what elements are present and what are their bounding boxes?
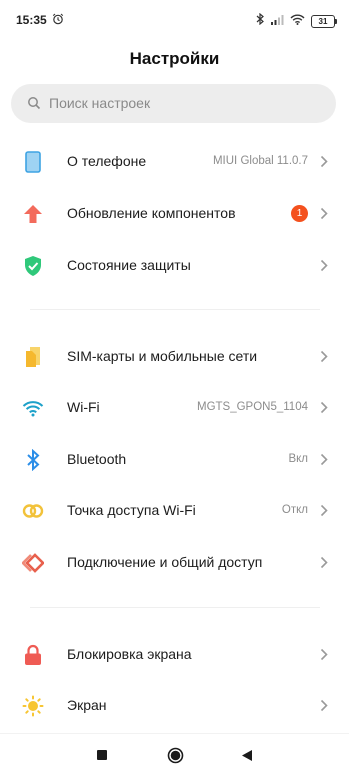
settings-item-bluetooth[interactable]: Bluetooth Вкл xyxy=(0,434,349,486)
search-input[interactable]: Поиск настроек xyxy=(11,84,336,123)
signal-icon xyxy=(270,12,284,30)
update-count-badge: 1 xyxy=(291,205,308,222)
recents-button[interactable] xyxy=(93,746,111,764)
wifi-status-icon xyxy=(290,12,305,30)
chevron-right-icon xyxy=(320,504,328,522)
section-divider xyxy=(30,309,320,310)
search-icon xyxy=(27,96,41,115)
settings-item-wifi[interactable]: Wi-Fi MGTS_GPON5_1104 xyxy=(0,382,349,434)
item-value: MIUI Global 11.0.7 xyxy=(212,155,308,167)
sim-card-icon xyxy=(21,345,45,369)
item-value: MGTS_GPON5_1104 xyxy=(196,401,308,413)
item-label: О телефоне xyxy=(67,153,147,169)
shield-check-icon xyxy=(21,254,45,278)
sun-icon xyxy=(21,694,45,718)
settings-item-connection-sharing[interactable]: Подключение и общий доступ xyxy=(0,537,349,589)
chevron-right-icon xyxy=(320,453,328,471)
chevron-right-icon xyxy=(320,699,328,717)
wifi-icon xyxy=(21,396,45,420)
search-placeholder: Поиск настроек xyxy=(49,95,151,111)
phone-icon xyxy=(21,150,45,174)
settings-item-lock-screen[interactable]: Блокировка экрана xyxy=(0,629,349,681)
update-arrow-icon xyxy=(21,202,45,226)
status-bar: 15:35 31 xyxy=(0,0,349,40)
item-label: Wi-Fi xyxy=(67,399,100,415)
bluetooth-status-icon xyxy=(256,12,264,30)
back-button[interactable] xyxy=(238,746,256,764)
chevron-right-icon xyxy=(320,155,328,173)
battery-icon: 31 xyxy=(311,14,337,28)
alarm-icon xyxy=(52,12,64,30)
chevron-right-icon xyxy=(320,556,328,574)
chevron-right-icon xyxy=(320,401,328,419)
bluetooth-icon xyxy=(21,448,45,472)
connection-sharing-icon xyxy=(21,551,45,575)
settings-item-display[interactable]: Экран xyxy=(0,680,349,732)
chevron-right-icon xyxy=(320,350,328,368)
item-label: Точка доступа Wi-Fi xyxy=(67,502,196,518)
hotspot-icon xyxy=(21,499,45,523)
item-label: Bluetooth xyxy=(67,451,127,467)
chevron-right-icon xyxy=(320,259,328,277)
page-title: Настройки xyxy=(129,49,220,68)
home-button[interactable] xyxy=(166,746,184,764)
item-label: Обновление компонентов xyxy=(67,205,236,221)
section-divider xyxy=(30,607,320,608)
status-time: 15:35 xyxy=(16,13,47,27)
settings-item-sim-cards[interactable]: SIM-карты и мобильные сети xyxy=(0,331,349,383)
settings-item-hotspot[interactable]: Точка доступа Wi-Fi Откл xyxy=(0,485,349,537)
chevron-right-icon xyxy=(320,207,328,225)
item-label: Состояние защиты xyxy=(67,257,191,273)
settings-item-about-phone[interactable]: О телефоне MIUI Global 11.0.7 xyxy=(0,136,349,188)
settings-item-component-updates[interactable]: Обновление компонентов 1 xyxy=(0,188,349,240)
lock-icon xyxy=(21,643,45,667)
item-label: Экран xyxy=(67,697,107,713)
item-value: Откл xyxy=(281,504,308,516)
item-label: Блокировка экрана xyxy=(67,646,192,662)
item-value: Вкл xyxy=(288,453,308,465)
chevron-right-icon xyxy=(320,648,328,666)
settings-item-security-status[interactable]: Состояние защиты xyxy=(0,240,349,292)
item-label: SIM-карты и мобильные сети xyxy=(67,348,258,364)
navigation-bar xyxy=(0,733,349,776)
item-label: Подключение и общий доступ xyxy=(67,554,263,570)
